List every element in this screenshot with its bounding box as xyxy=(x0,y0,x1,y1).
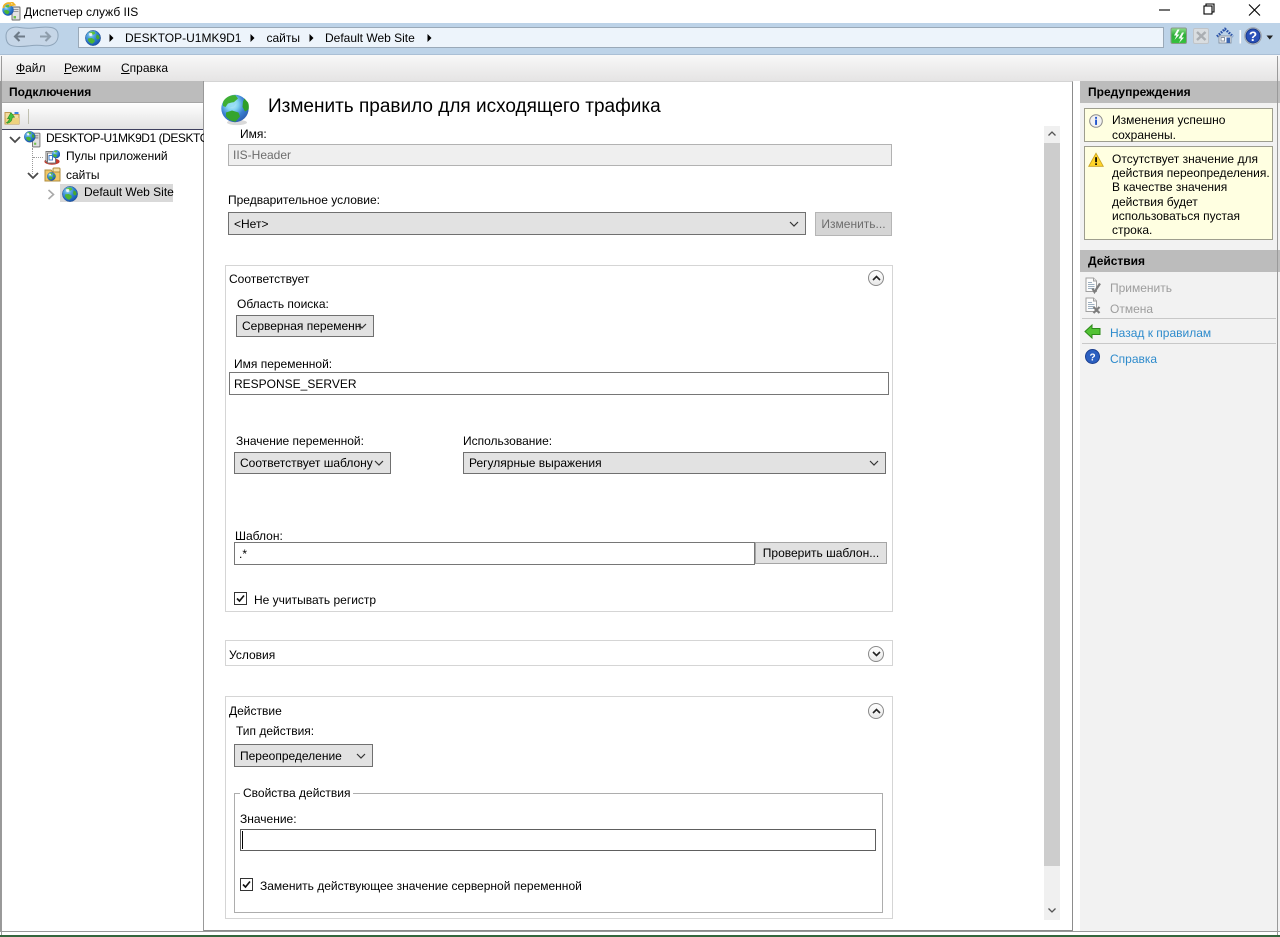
svg-text:?: ? xyxy=(1249,29,1257,44)
svg-text:?: ? xyxy=(1089,352,1095,363)
